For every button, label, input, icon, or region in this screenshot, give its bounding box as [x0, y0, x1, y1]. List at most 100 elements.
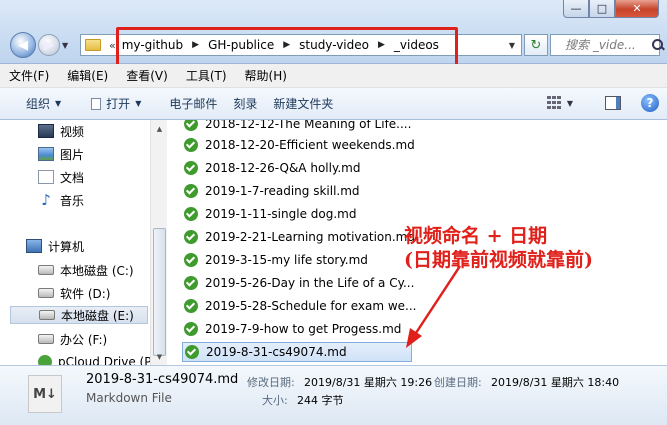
search-box[interactable] — [550, 34, 663, 56]
toolbar-right-controls: ▼ ? — [546, 94, 659, 112]
breadcrumb-videos[interactable]: _videos — [394, 38, 439, 52]
sidebar-item-label: 计算机 — [48, 239, 85, 254]
sync-check-icon — [184, 161, 198, 175]
file-item[interactable]: 2019-1-7-reading skill.md — [184, 181, 360, 201]
navigation-scrollbar[interactable]: ▲ ▼ — [150, 120, 167, 365]
file-item[interactable]: 2019-1-11-single dog.md — [184, 204, 356, 224]
file-name: 2019-5-28-Schedule for exam we... — [205, 299, 417, 313]
breadcrumb-study-video[interactable]: study-video — [299, 38, 369, 52]
file-item[interactable]: 2019-5-26-Day in the Life of a Cy... — [184, 273, 414, 293]
search-input[interactable] — [565, 38, 651, 52]
file-item-selected[interactable]: 2019-8-31-cs49074.md — [182, 342, 412, 362]
sidebar-item-drive-f[interactable]: 办公 (F:) — [38, 330, 107, 348]
menu-edit[interactable]: 编辑(E) — [58, 67, 117, 84]
file-name: 2019-7-9-how to get Progess.md — [205, 322, 402, 336]
file-item[interactable]: 2018-12-26-Q&A holly.md — [184, 158, 360, 178]
scrollbar-thumb[interactable] — [153, 228, 166, 356]
sync-check-icon — [184, 276, 198, 290]
breadcrumb-my-github[interactable]: my-github — [122, 38, 183, 52]
file-name: 2018-12-12-The Meaning of Life.... — [205, 120, 412, 131]
sync-check-icon — [185, 345, 199, 359]
markdown-file-icon: M↓ — [28, 375, 62, 413]
help-icon[interactable]: ? — [641, 94, 659, 112]
pcloud-icon — [38, 355, 52, 365]
breadcrumb-overflow[interactable]: « — [109, 39, 116, 52]
sidebar-item-label: 办公 (F:) — [60, 332, 108, 347]
sync-check-icon — [184, 253, 198, 267]
details-pane: M↓ 2019-8-31-cs49074.md Markdown File 修改… — [0, 365, 667, 425]
sidebar-item-label: 音乐 — [60, 193, 85, 208]
scroll-down-icon[interactable]: ▼ — [151, 348, 168, 365]
file-item[interactable]: 2018-12-12-The Meaning of Life.... — [184, 120, 411, 134]
modified-date-label: 修改日期: — [247, 376, 295, 389]
file-name: 2019-3-15-my life story.md — [205, 253, 368, 267]
chevron-down-icon[interactable]: ▼ — [567, 99, 573, 108]
address-dropdown-icon[interactable]: ▼ — [503, 35, 521, 55]
navigation-buttons: ◀ ▶ ▼ — [10, 32, 68, 58]
computer-icon — [26, 239, 42, 253]
details-file-name: 2019-8-31-cs49074.md — [86, 372, 239, 387]
size-label: 大小: — [262, 394, 288, 407]
open-button[interactable]: 打开 ▼ — [73, 95, 153, 112]
organize-button[interactable]: 组织 ▼ — [0, 95, 73, 112]
hard-drive-icon — [38, 334, 54, 344]
organize-label: 组织 — [26, 97, 51, 111]
file-name: 2018-12-26-Q&A holly.md — [205, 161, 361, 175]
sidebar-item-label: pCloud Drive (P — [58, 355, 150, 365]
created-date-value: 2019/8/31 星期六 18:40 — [491, 376, 620, 389]
menu-view[interactable]: 查看(V) — [117, 67, 177, 84]
sidebar-item-label: 文档 — [60, 170, 85, 185]
video-library-icon — [38, 124, 54, 138]
music-note-icon: ♪ — [41, 191, 51, 209]
breadcrumb-gh-publice[interactable]: GH-publice — [208, 38, 274, 52]
new-folder-button[interactable]: 新建文件夹 — [269, 95, 345, 112]
menu-help[interactable]: 帮助(H) — [236, 67, 296, 84]
email-button[interactable]: 电子邮件 — [153, 95, 229, 112]
sidebar-item-documents[interactable]: 文档 — [38, 168, 84, 186]
file-item[interactable]: 2019-7-9-how to get Progess.md — [184, 319, 401, 339]
file-name: 2018-12-20-Efficient weekends.md — [205, 138, 415, 152]
menu-tools[interactable]: 工具(T) — [177, 67, 236, 84]
forward-button[interactable]: ▶ — [38, 34, 60, 56]
close-button[interactable]: ✕ — [615, 0, 659, 18]
sidebar-item-videos[interactable]: 视频 — [38, 122, 84, 140]
details-file-type: Markdown File — [86, 391, 172, 405]
file-item[interactable]: 2019-5-28-Schedule for exam we... — [184, 296, 416, 316]
refresh-button[interactable]: ↻ — [524, 34, 548, 56]
refresh-icon: ↻ — [530, 37, 542, 53]
sidebar-item-pcloud[interactable]: pCloud Drive (P — [38, 353, 150, 365]
file-name: 2019-5-26-Day in the Life of a Cy... — [205, 276, 415, 290]
modified-date-value: 2019/8/31 星期六 19:26 — [304, 376, 433, 389]
command-toolbar: 组织 ▼ 打开 ▼ 电子邮件 刻录 新建文件夹 ▼ ? — [0, 88, 667, 120]
file-item[interactable]: 2018-12-20-Efficient weekends.md — [184, 135, 415, 155]
burn-button[interactable]: 刻录 — [229, 95, 269, 112]
back-button[interactable]: ◀ — [10, 32, 36, 58]
sync-check-icon — [184, 207, 198, 221]
file-item[interactable]: 2019-2-21-Learning motivation.md — [184, 227, 415, 247]
sync-check-icon — [184, 184, 198, 198]
sidebar-item-label: 图片 — [60, 147, 85, 162]
menu-file[interactable]: 文件(F) — [0, 67, 58, 84]
preview-pane-icon[interactable] — [605, 96, 621, 110]
sidebar-item-drive-e[interactable]: 本地磁盘 (E:) — [10, 306, 148, 324]
sidebar-item-music[interactable]: ♪ 音乐 — [38, 191, 84, 209]
chevron-right-icon[interactable]: ▶ — [283, 40, 290, 50]
system-drive-icon — [38, 265, 54, 275]
sidebar-item-label: 软件 (D:) — [60, 286, 111, 301]
annotation-line-1: 视频命名 + 日期 — [404, 225, 548, 247]
sidebar-item-drive-c[interactable]: 本地磁盘 (C:) — [38, 261, 134, 279]
scroll-up-icon[interactable]: ▲ — [151, 120, 168, 137]
sidebar-item-computer[interactable]: 计算机 — [26, 237, 84, 255]
change-view-icon[interactable] — [546, 96, 563, 110]
size-value: 244 字节 — [297, 394, 344, 407]
maximize-button[interactable]: □ — [589, 0, 615, 18]
chevron-right-icon[interactable]: ▶ — [378, 40, 385, 50]
chevron-right-icon[interactable]: ▶ — [192, 40, 199, 50]
file-item[interactable]: 2019-3-15-my life story.md — [184, 250, 368, 270]
recent-pages-dropdown-icon[interactable]: ▼ — [62, 41, 68, 50]
sidebar-item-drive-d[interactable]: 软件 (D:) — [38, 284, 110, 302]
minimize-button[interactable]: — — [563, 0, 589, 18]
search-icon[interactable] — [651, 38, 663, 52]
sidebar-item-pictures[interactable]: 图片 — [38, 145, 84, 163]
address-bar[interactable]: « my-github ▶ GH-publice ▶ study-video ▶… — [80, 34, 522, 56]
